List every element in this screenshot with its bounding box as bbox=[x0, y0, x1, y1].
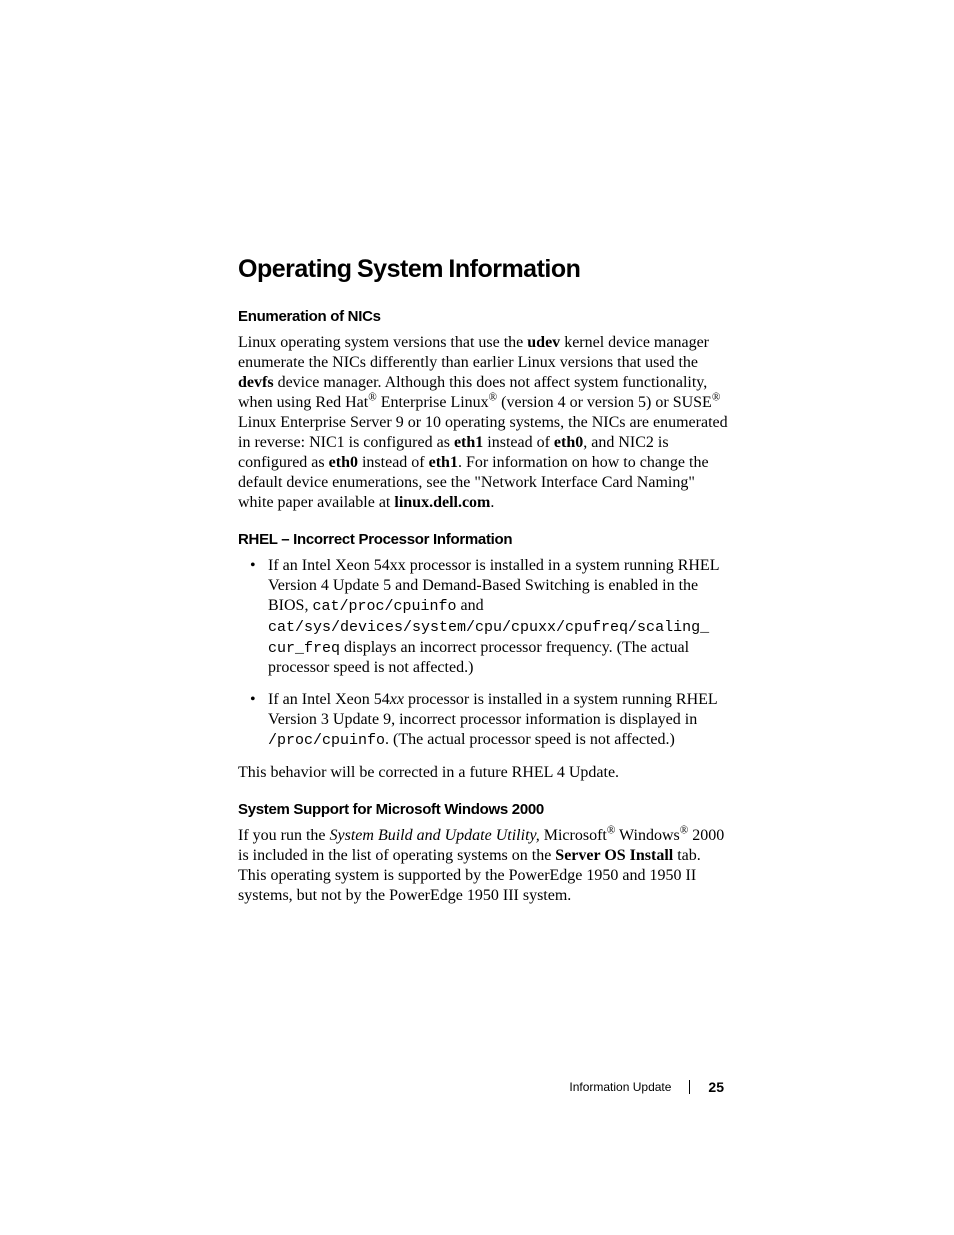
heading-nics: Enumeration of NICs bbox=[238, 308, 728, 325]
heading-windows: System Support for Microsoft Windows 200… bbox=[238, 801, 728, 818]
list-item: If an Intel Xeon 54xx processor is insta… bbox=[268, 556, 728, 678]
section-rhel: RHEL – Incorrect Processor Information I… bbox=[238, 531, 728, 783]
section-windows: System Support for Microsoft Windows 200… bbox=[238, 801, 728, 906]
page-title: Operating System Information bbox=[238, 255, 728, 284]
body-nics: Linux operating system versions that use… bbox=[238, 333, 728, 513]
bullet-list-rhel: If an Intel Xeon 54xx processor is insta… bbox=[238, 556, 728, 751]
list-item: If an Intel Xeon 54xx processor is insta… bbox=[268, 690, 728, 751]
footer-label: Information Update bbox=[569, 1080, 671, 1094]
after-rhel: This behavior will be corrected in a fut… bbox=[238, 763, 728, 783]
body-windows: If you run the System Build and Update U… bbox=[238, 826, 728, 906]
page-footer: Information Update 25 bbox=[569, 1079, 724, 1095]
footer-divider bbox=[689, 1080, 690, 1094]
heading-rhel: RHEL – Incorrect Processor Information bbox=[238, 531, 728, 548]
page-number: 25 bbox=[708, 1079, 724, 1095]
page-content: Operating System Information Enumeration… bbox=[238, 255, 728, 924]
section-nics: Enumeration of NICs Linux operating syst… bbox=[238, 308, 728, 513]
